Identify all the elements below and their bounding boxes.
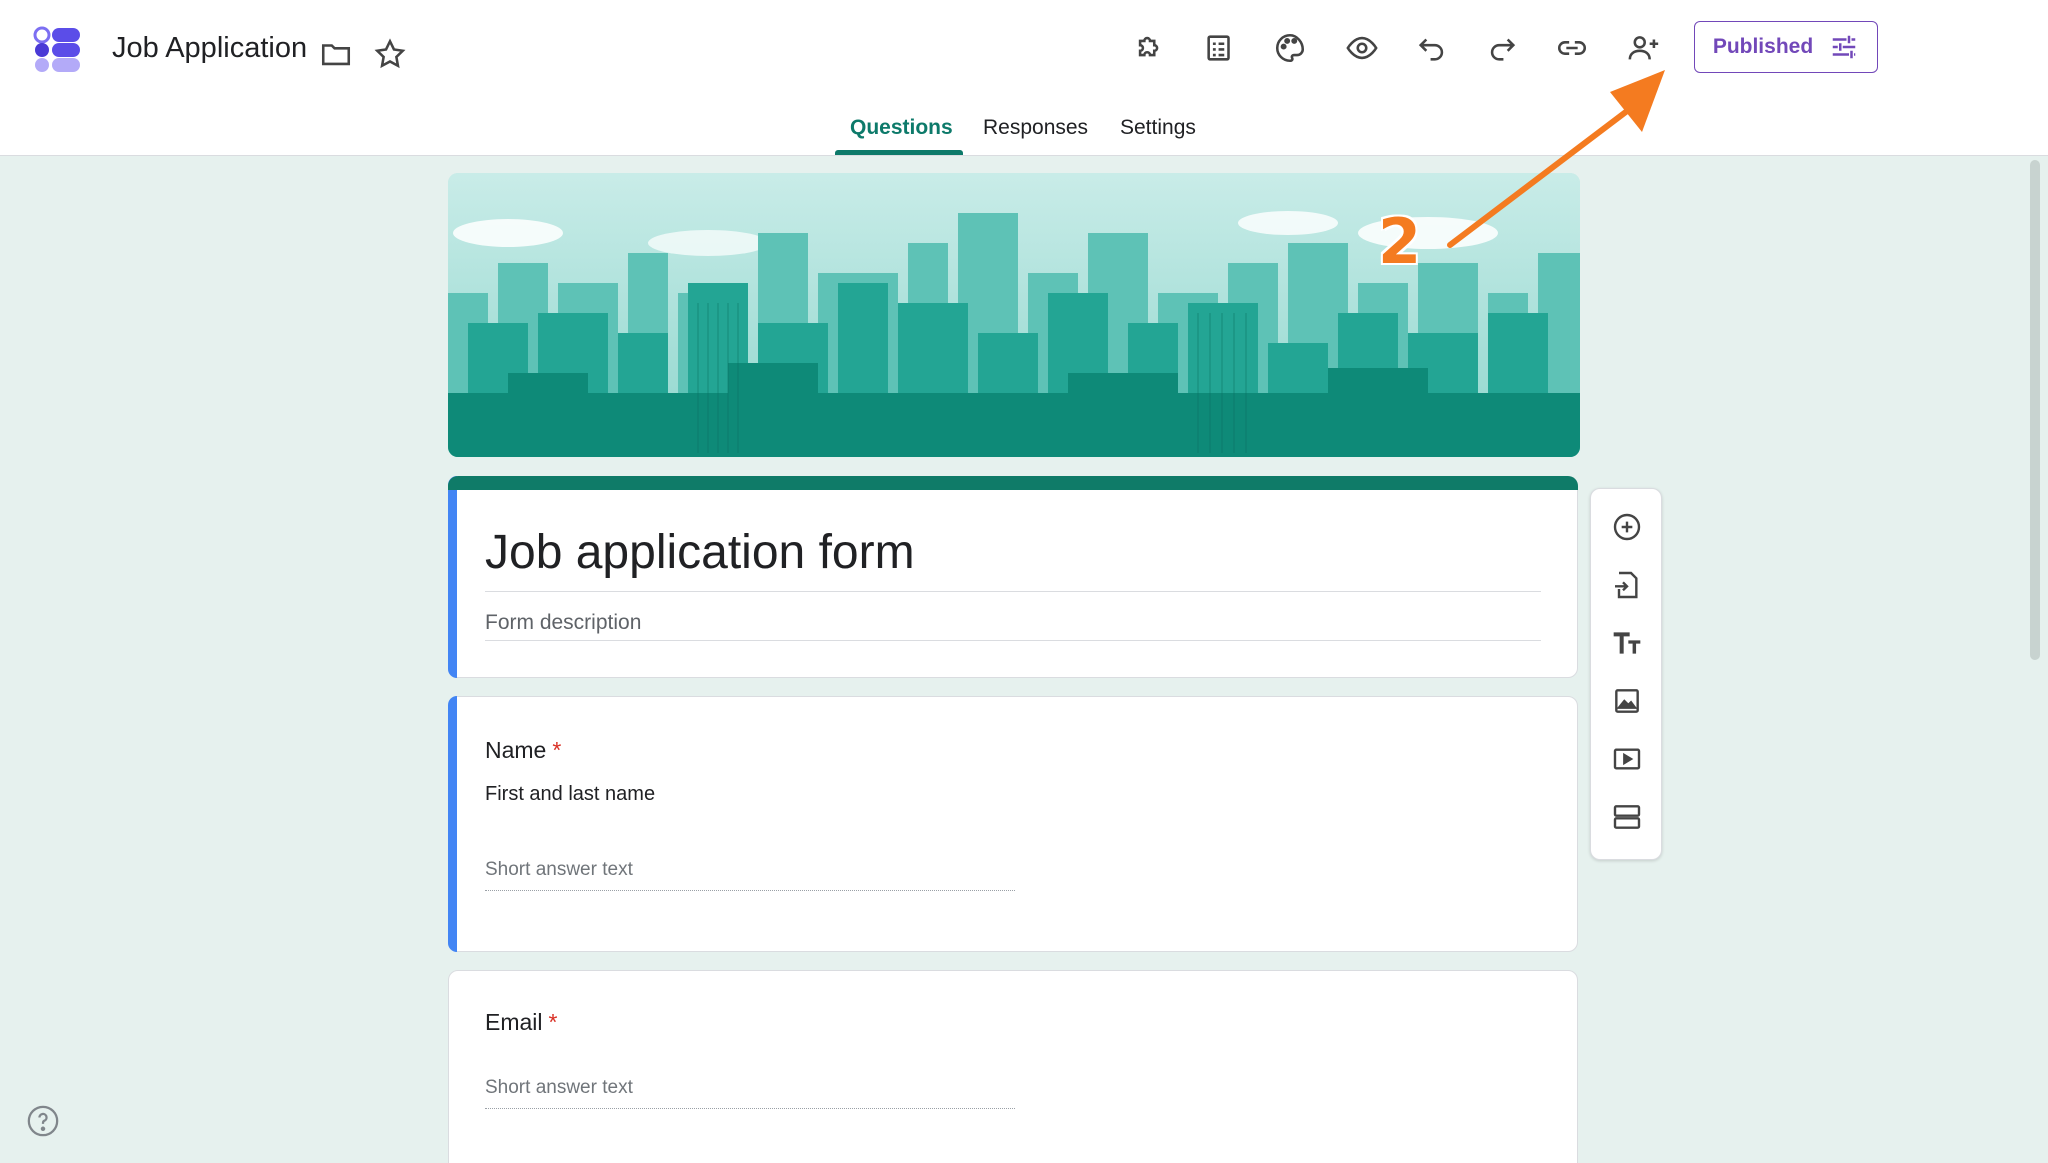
tab-questions[interactable]: Questions (850, 116, 953, 140)
add-video-icon[interactable] (1605, 737, 1649, 781)
document-title[interactable]: Job Application (112, 32, 307, 65)
tab-responses[interactable]: Responses (983, 116, 1088, 140)
question-title-text: Email (485, 1009, 543, 1035)
add-title-icon[interactable] (1605, 621, 1649, 665)
top-header: Job Application Published Questions Resp… (0, 0, 2048, 156)
tab-bar: Questions Responses Settings (0, 110, 2048, 156)
palette-icon[interactable] (1268, 26, 1312, 70)
annotation-step-number: 2 (1378, 205, 1422, 278)
form-description-underline (485, 640, 1541, 641)
form-title[interactable]: Job application form (485, 525, 915, 580)
add-question-icon[interactable] (1605, 505, 1649, 549)
short-answer-placeholder: Short answer text (485, 859, 633, 880)
short-answer-underline (485, 890, 1015, 891)
add-image-icon[interactable] (1605, 679, 1649, 723)
theme-accent-bar (448, 476, 1578, 490)
help-icon[interactable] (26, 1104, 60, 1138)
published-label: Published (1712, 35, 1814, 58)
page-scrollbar[interactable] (2030, 160, 2040, 660)
quiz-icon[interactable] (1198, 26, 1242, 70)
required-marker: * (548, 1009, 558, 1035)
short-answer-underline (485, 1108, 1015, 1109)
add-section-icon[interactable] (1605, 795, 1649, 839)
form-title-card[interactable]: Job application form Form description (448, 476, 1578, 678)
question-title-text: Name (485, 737, 547, 763)
question-card-name[interactable]: Name * First and last name Short answer t… (448, 696, 1578, 952)
preview-icon[interactable] (1340, 26, 1384, 70)
floating-side-toolbar (1590, 488, 1662, 860)
form-description-field[interactable]: Form description (485, 611, 641, 635)
required-marker: * (552, 737, 562, 763)
tab-settings[interactable]: Settings (1120, 116, 1196, 140)
question-card-email[interactable]: Email * Short answer text (448, 970, 1578, 1163)
addon-icon[interactable] (1128, 26, 1172, 70)
active-tab-indicator (835, 150, 963, 155)
question-title[interactable]: Email * (485, 1009, 557, 1036)
form-title-underline (485, 591, 1541, 592)
question-description[interactable]: First and last name (485, 783, 655, 806)
tune-icon (1832, 35, 1856, 59)
short-answer-placeholder: Short answer text (485, 1077, 633, 1098)
question-title[interactable]: Name * (485, 737, 561, 764)
published-button[interactable]: Published (1694, 21, 1878, 73)
import-questions-icon[interactable] (1605, 563, 1649, 607)
annotation-arrow-icon (1447, 70, 1665, 248)
folder-icon[interactable] (316, 34, 356, 74)
forms-logo-icon[interactable] (30, 26, 82, 74)
star-icon[interactable] (370, 34, 410, 74)
